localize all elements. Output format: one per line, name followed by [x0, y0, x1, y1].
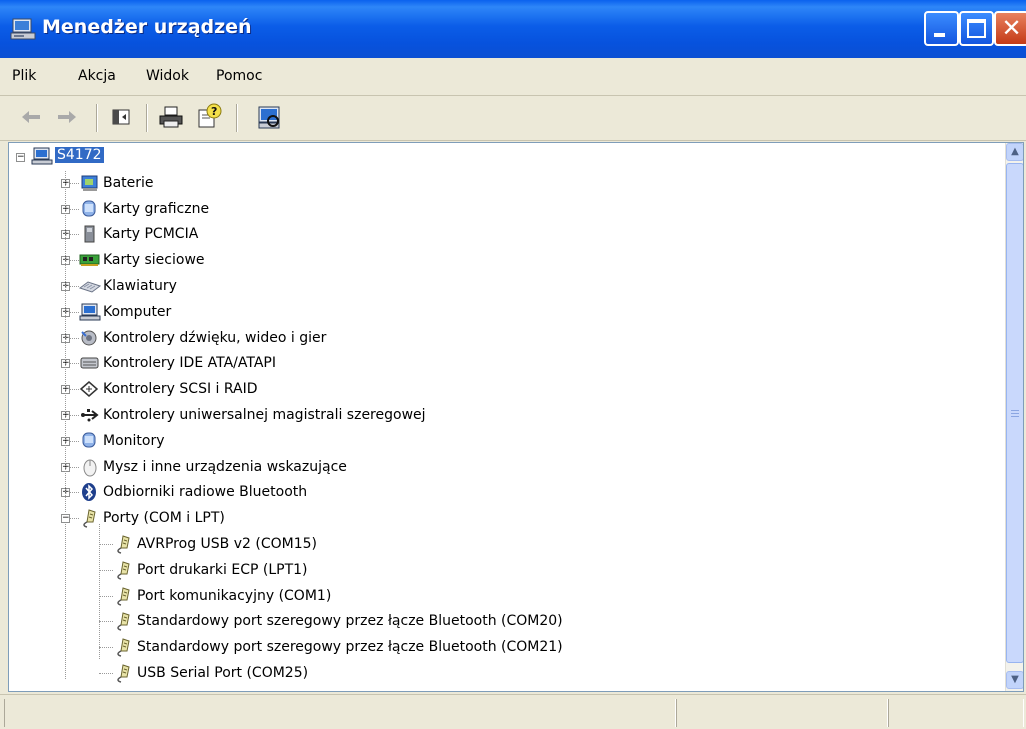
toolbar-separator — [96, 104, 98, 132]
tree-node-device[interactable]: Port komunikacyjny (COM1) — [137, 588, 331, 604]
menu-widok[interactable]: Widok — [146, 68, 189, 84]
port-icon — [117, 561, 130, 580]
scan-hardware-icon[interactable] — [254, 102, 284, 132]
tree-node-category[interactable]: Monitory — [103, 433, 165, 449]
monitor-icon — [82, 432, 96, 448]
scroll-grip — [1011, 410, 1019, 411]
scsi-icon — [79, 381, 99, 398]
tree-node-category[interactable]: Komputer — [103, 304, 171, 320]
tree-node-category[interactable]: Kontrolery uniwersalnej magistrali szere… — [103, 407, 426, 423]
sound-icon — [81, 330, 97, 346]
scroll-grip — [1011, 416, 1019, 417]
toolbar-separator — [236, 104, 238, 132]
tree-connector — [65, 524, 66, 679]
maximize-icon — [967, 19, 986, 38]
port-icon — [117, 664, 130, 683]
show-hide-console-tree-icon[interactable] — [106, 102, 136, 132]
tree-connector — [99, 621, 113, 623]
print-icon[interactable] — [156, 102, 186, 132]
tree-node-category[interactable]: Karty sieciowe — [103, 252, 205, 268]
close-icon: ✕ — [1001, 14, 1022, 42]
tree-connector — [99, 544, 113, 545]
port-icon — [117, 612, 130, 632]
tree-connector — [99, 647, 113, 649]
pcmcia-card-icon — [84, 225, 95, 243]
menu-bar: Plik Akcja Widok Pomoc — [0, 58, 1026, 96]
tree-connector — [99, 595, 113, 597]
tree-node-category[interactable]: Karty graficzne — [103, 201, 209, 217]
tree-node-category[interactable]: Baterie — [103, 175, 154, 191]
usb-icon — [81, 409, 99, 422]
toolbar-separator — [146, 104, 148, 132]
tree-node-category[interactable]: Porty (COM i LPT) — [103, 510, 225, 526]
close-button[interactable]: ✕ — [994, 11, 1026, 46]
device-tree[interactable]: − S4172 + Baterie + Karty graficzne + Karty PCM… — [8, 142, 1024, 692]
tree-node-category[interactable]: Kontrolery IDE ATA/ATAPI — [103, 355, 276, 371]
menu-pomoc[interactable]: Pomoc — [216, 68, 262, 84]
network-card-icon — [79, 254, 100, 267]
tree-connector — [99, 524, 100, 660]
tree-expander[interactable]: − — [61, 514, 70, 524]
battery-icon — [81, 175, 98, 191]
properties-help-icon[interactable]: ? — [194, 102, 224, 132]
status-cell-right — [888, 699, 1024, 727]
window-title: Menedżer urządzeń — [42, 16, 252, 38]
tree-node-category[interactable]: Kontrolery dźwięku, wideo i gier — [103, 330, 326, 346]
bluetooth-icon — [82, 483, 96, 502]
port-icon — [117, 586, 130, 606]
tree-node-category[interactable]: Karty PCMCIA — [103, 226, 198, 242]
svg-text:?: ? — [211, 105, 217, 118]
port-icon — [117, 638, 130, 657]
minimize-icon — [934, 33, 945, 37]
tree-node-root[interactable]: S4172 — [55, 147, 104, 163]
scroll-down-button[interactable]: ▼ — [1006, 671, 1023, 689]
status-cell-main — [4, 699, 676, 727]
maximize-button[interactable] — [959, 11, 994, 46]
tree-connector — [65, 170, 66, 513]
computer-icon — [10, 18, 36, 40]
back-arrow-icon[interactable] — [16, 102, 46, 132]
scroll-grip — [1011, 413, 1019, 414]
tree-node-device[interactable]: USB Serial Port (COM25) — [137, 665, 308, 681]
status-cell-middle — [676, 699, 888, 727]
tree-node-device[interactable]: Standardowy port szeregowy przez łącze B… — [137, 613, 563, 629]
mouse-icon — [83, 459, 97, 477]
port-icon — [117, 535, 130, 554]
keyboard-icon — [79, 281, 101, 293]
status-bar — [0, 694, 1026, 729]
tree-node-category[interactable]: Kontrolery SCSI i RAID — [103, 381, 258, 397]
device-manager-window: Menedżer urządzeń ✕ Plik Akcja Widok Pom… — [0, 0, 1026, 729]
scroll-up-button[interactable]: ▲ — [1006, 143, 1023, 161]
toolbar: ? — [0, 96, 1026, 141]
tree-node-device[interactable]: Port drukarki ECP (LPT1) — [137, 562, 308, 578]
menu-plik[interactable]: Plik — [12, 68, 36, 84]
tree-connector — [99, 569, 113, 571]
tree-row-root[interactable] — [9, 145, 969, 171]
title-bar[interactable]: Menedżer urządzeń ✕ — [0, 0, 1026, 58]
port-icon — [83, 509, 96, 528]
minimize-button[interactable] — [924, 11, 959, 46]
tree-node-category[interactable]: Klawiatury — [103, 278, 177, 294]
computer-icon — [31, 147, 53, 165]
vertical-scrollbar[interactable]: ▲ ▼ — [1005, 143, 1023, 691]
ide-controller-icon — [80, 357, 99, 369]
tree-node-category[interactable]: Mysz i inne urządzenia wskazujące — [103, 459, 347, 475]
tree-node-device[interactable]: AVRProg USB v2 (COM15) — [137, 536, 317, 552]
display-adapter-icon — [82, 200, 96, 217]
forward-arrow-icon[interactable] — [52, 102, 82, 132]
scroll-thumb[interactable] — [1006, 163, 1023, 663]
tree-connector — [99, 673, 113, 674]
tree-node-category[interactable]: Odbiorniki radiowe Bluetooth — [103, 484, 307, 500]
computer-icon — [79, 303, 101, 321]
tree-expander-root[interactable]: − — [16, 153, 25, 162]
tree-node-device[interactable]: Standardowy port szeregowy przez łącze B… — [137, 639, 563, 655]
menu-akcja[interactable]: Akcja — [78, 68, 116, 84]
